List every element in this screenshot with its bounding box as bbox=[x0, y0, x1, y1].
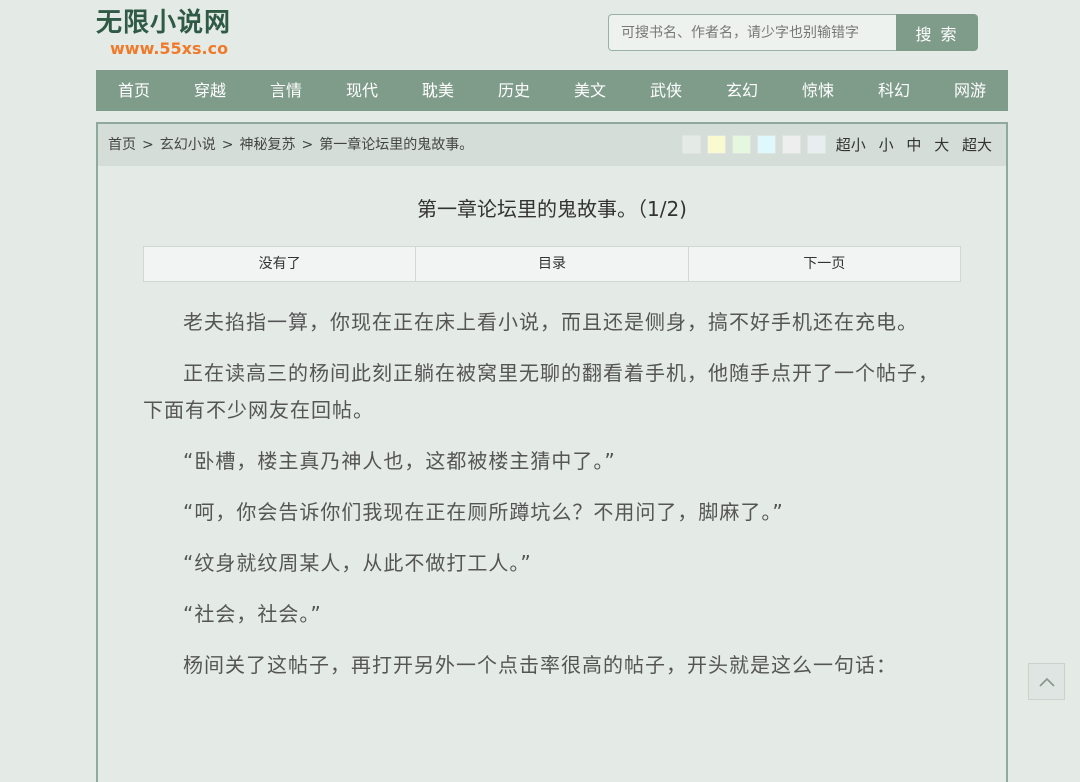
chevron-up-icon bbox=[1038, 677, 1055, 687]
back-to-top-button[interactable] bbox=[1028, 663, 1065, 700]
next-page-button[interactable]: 下一页 bbox=[689, 247, 960, 281]
theme-swatch-default[interactable] bbox=[682, 135, 701, 154]
breadcrumb-separator: > bbox=[142, 137, 154, 153]
nav-item-modern[interactable]: 现代 bbox=[324, 70, 400, 111]
paragraph: 正在读高三的杨间此刻正躺在被窝里无聊的翻看着手机，他随手点开了一个帖子，下面有不… bbox=[143, 361, 939, 422]
font-size-xlarge[interactable]: 超大 bbox=[962, 136, 992, 154]
nav-item-history[interactable]: 历史 bbox=[476, 70, 552, 111]
nav-item-time-travel[interactable]: 穿越 bbox=[172, 70, 248, 111]
font-size-medium[interactable]: 中 bbox=[906, 136, 921, 154]
search-bar: 搜 索 bbox=[608, 14, 978, 51]
reader-toolbar: 首页 > 玄幻小说 > 神秘复苏 > 第一章论坛里的鬼故事。 超小 小 中 大 超大 bbox=[98, 124, 1006, 166]
nav-item-scifi[interactable]: 科幻 bbox=[856, 70, 932, 111]
paragraph: “纹身就纹周某人，从此不做打工人。” bbox=[183, 551, 532, 575]
paragraph: “社会，社会。” bbox=[183, 602, 322, 626]
breadcrumb-chapter: 第一章论坛里的鬼故事。 bbox=[319, 137, 474, 153]
reader-panel: 首页 > 玄幻小说 > 神秘复苏 > 第一章论坛里的鬼故事。 超小 小 中 大 超大 第一章… bbox=[96, 122, 1008, 782]
nav-item-fantasy[interactable]: 玄幻 bbox=[704, 70, 780, 111]
breadcrumb: 首页 > 玄幻小说 > 神秘复苏 > 第一章论坛里的鬼故事。 bbox=[108, 124, 473, 166]
site-logo[interactable]: 无限小说网 www.55xs.co bbox=[96, 6, 231, 58]
chapter-title: 第一章论坛里的鬼故事。（1/2) bbox=[417, 197, 687, 221]
breadcrumb-separator: > bbox=[301, 137, 314, 153]
nav-item-danmei[interactable]: 耽美 bbox=[400, 70, 476, 111]
logo-title: 无限小说网 bbox=[96, 8, 232, 38]
search-input[interactable] bbox=[608, 14, 896, 51]
nav-item-wuxia[interactable]: 武侠 bbox=[628, 70, 704, 111]
font-size-small[interactable]: 小 bbox=[879, 136, 894, 154]
search-button[interactable]: 搜 索 bbox=[896, 14, 978, 51]
theme-swatch-yellow[interactable] bbox=[707, 135, 726, 154]
logo-url: www.55xs.co bbox=[110, 39, 229, 58]
theme-swatch-gray[interactable] bbox=[782, 135, 801, 154]
theme-swatches bbox=[682, 135, 832, 154]
theme-swatch-blue-gray[interactable] bbox=[807, 135, 826, 154]
nav-item-prose[interactable]: 美文 bbox=[552, 70, 628, 111]
paragraph: 杨间关了这帖子，再打开另外一个点击率很高的帖子，开头就是这么一句话： bbox=[183, 653, 897, 677]
breadcrumb-book[interactable]: 神秘复苏 bbox=[239, 137, 295, 153]
prev-page-button[interactable]: 没有了 bbox=[144, 247, 417, 281]
breadcrumb-separator: > bbox=[221, 137, 234, 153]
font-size-selector: 超小 小 中 大 超大 bbox=[828, 124, 992, 166]
theme-swatch-green[interactable] bbox=[732, 135, 751, 154]
main-nav: 首页 穿越 言情 现代 耽美 历史 美文 武侠 玄幻 惊悚 科幻 网游 bbox=[96, 70, 1008, 111]
nav-item-home[interactable]: 首页 bbox=[96, 70, 172, 111]
paragraph: “卧槽，楼主真乃神人也，这都被楼主猜中了。” bbox=[183, 449, 616, 473]
breadcrumb-category[interactable]: 玄幻小说 bbox=[160, 137, 216, 153]
theme-swatch-cyan[interactable] bbox=[757, 135, 776, 154]
font-size-large[interactable]: 大 bbox=[934, 136, 949, 154]
paragraph: 老夫掐指一算，你现在正在床上看小说，而且还是侧身，搞不好手机还在充电。 bbox=[183, 310, 918, 334]
nav-item-thriller[interactable]: 惊悚 bbox=[780, 70, 856, 111]
chapter-pager: 没有了 目录 下一页 bbox=[143, 246, 961, 282]
header: 无限小说网 www.55xs.co 搜 索 bbox=[0, 0, 1080, 70]
toc-button[interactable]: 目录 bbox=[416, 247, 689, 281]
breadcrumb-home[interactable]: 首页 bbox=[108, 137, 136, 153]
nav-item-online-game[interactable]: 网游 bbox=[932, 70, 1008, 111]
nav-item-romance[interactable]: 言情 bbox=[248, 70, 324, 111]
paragraph: “呵，你会告诉你们我现在正在厕所蹲坑么？不用问了，脚麻了。” bbox=[183, 500, 784, 524]
font-size-xsmall[interactable]: 超小 bbox=[836, 136, 866, 154]
chapter-text: 老夫掐指一算，你现在正在床上看小说，而且还是侧身，搞不好手机还在充电。 正在读高… bbox=[143, 304, 959, 684]
